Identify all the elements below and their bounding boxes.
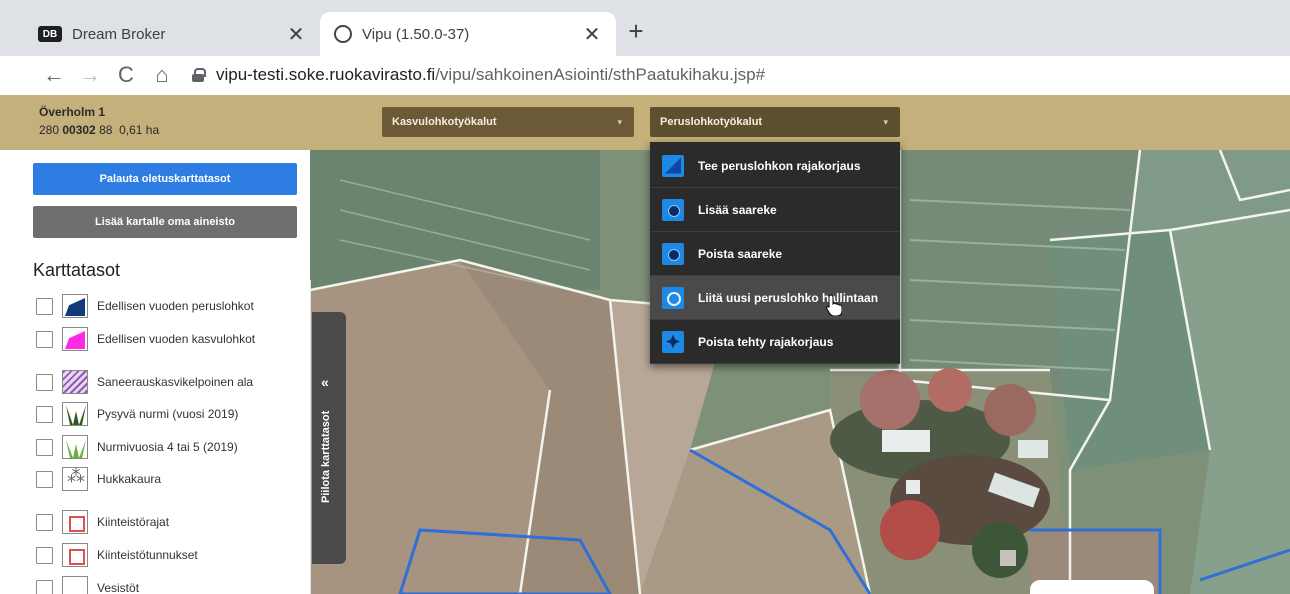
url-input[interactable]: vipu-testi.soke.ruokavirasto.fi /vipu/sa… (192, 59, 1290, 91)
hand-pointer-cursor-icon (826, 294, 842, 316)
layer-item: Saneerauskasvikelpoinen ala (36, 369, 253, 395)
home-icon[interactable]: ⌂ (144, 59, 180, 91)
layer-checkbox[interactable] (36, 297, 53, 315)
url-domain: vipu-testi.soke.ruokavirasto.fi (216, 65, 436, 84)
remove-island-icon (662, 242, 684, 265)
dark-grass-swatch-icon (62, 402, 88, 426)
reload-icon[interactable]: C (108, 59, 144, 91)
dropdown-label: Kasvulohkotyökalut (392, 116, 497, 128)
layer-label: Kiinteistörajat (97, 515, 170, 529)
parcel-id-suffix: 88 (95, 123, 113, 137)
peruslohko-tools-menu: Tee peruslohkon rajakorjaus Lisää saarek… (650, 142, 900, 364)
menu-item-label: Poista saareke (698, 246, 783, 261)
parcel-id-bold: 00302 (62, 123, 96, 137)
layer-checkbox[interactable] (36, 330, 53, 348)
browser-tab-bar: DB Dream Broker ✕ Vipu (1.50.0-37) ✕ + (0, 0, 1290, 56)
close-tab-icon[interactable]: ✕ (582, 22, 602, 47)
layer-item: Edellisen vuoden peruslohkot (36, 293, 254, 319)
layer-item: Kiinteistötunnukset (36, 542, 198, 568)
layer-item: Edellisen vuoden kasvulohkot (36, 326, 255, 352)
layer-item: Nurmivuosia 4 tai 5 (2019) (36, 434, 238, 460)
collapse-chevron-icon: « (321, 374, 329, 390)
menu-item-label: Lisää saareke (698, 202, 777, 217)
parcel-id-prefix: 280 (39, 123, 63, 137)
sidebar: Palauta oletuskarttatasot Lisää kartalle… (0, 150, 310, 594)
property-grid-swatch-icon (62, 510, 88, 534)
kasvulohko-tools-dropdown[interactable]: Kasvulohkotyökalut ▾ (382, 107, 634, 137)
property-grid-swatch-icon (62, 543, 88, 567)
layer-item: Hukkakaura (36, 466, 161, 492)
layer-item: Vesistöt (36, 575, 139, 594)
layer-label: Nurmivuosia 4 tai 5 (2019) (97, 440, 238, 454)
layer-label: Kiinteistötunnukset (97, 548, 198, 562)
water-swatch-icon (62, 576, 88, 594)
parcel-name: Överholm 1 (39, 105, 106, 119)
layer-checkbox[interactable] (36, 546, 53, 564)
menu-item-label: Poista tehty rajakorjaus (698, 334, 834, 349)
layer-label: Edellisen vuoden kasvulohkot (97, 332, 256, 346)
menu-item-undo-correction[interactable]: Poista tehty rajakorjaus (650, 320, 900, 364)
layer-checkbox[interactable] (36, 513, 53, 531)
close-tab-icon[interactable]: ✕ (286, 22, 306, 47)
layer-checkbox[interactable] (36, 579, 53, 594)
purple-hatch-swatch-icon (62, 370, 88, 394)
new-tab-button[interactable]: + (622, 16, 650, 48)
undo-correction-icon (662, 330, 684, 353)
menu-item-add-island[interactable]: Lisää saareke (650, 188, 900, 232)
globe-icon (334, 25, 352, 43)
layer-checkbox[interactable] (36, 373, 53, 391)
menu-item-label: Liitä uusi peruslohko hallintaan (698, 290, 879, 305)
menu-item-remove-island[interactable]: Poista saareke (650, 232, 900, 276)
layer-item: Pysyvä nurmi (vuosi 2019) (36, 401, 238, 427)
hide-layers-label: Piilota karttatasot (320, 410, 332, 504)
url-path: /vipu/sahkoinenAsiointi/sthPaatukihaku.j… (435, 65, 766, 84)
back-arrow-icon[interactable]: ← (36, 59, 72, 91)
peruslohko-tools-dropdown[interactable]: Peruslohkotyökalut ▾ (650, 107, 900, 137)
parcel-area: 0,61 ha (119, 123, 160, 137)
menu-item-boundary-correction[interactable]: Tee peruslohkon rajakorjaus (650, 144, 900, 188)
light-grass-swatch-icon (62, 435, 88, 459)
menu-item-label: Tee peruslohkon rajakorjaus (698, 158, 861, 173)
layer-label: Saneerauskasvikelpoinen ala (97, 375, 254, 389)
blue-parcel-swatch-icon (62, 294, 88, 318)
layer-label: Pysyvä nurmi (vuosi 2019) (97, 407, 239, 421)
forward-arrow-icon[interactable]: → (72, 59, 108, 91)
layer-checkbox[interactable] (36, 470, 53, 488)
parcel-info: 280 00302 88 0,61 ha (39, 123, 159, 137)
wild-oat-swatch-icon (62, 467, 88, 491)
chevron-down-icon: ▾ (617, 117, 622, 127)
chevron-down-icon: ▾ (883, 117, 888, 127)
dropdown-label: Peruslohkotyökalut (660, 116, 763, 128)
lock-icon (192, 68, 206, 82)
tab-title: Vipu (1.50.0-37) (362, 25, 470, 43)
layer-label: Hukkakaura (97, 472, 162, 486)
app-header: Överholm 1 280 00302 88 0,61 ha Kasvuloh… (0, 95, 1290, 150)
hide-layers-tab[interactable]: « Piilota karttatasot (312, 312, 346, 564)
tab-title: Dream Broker (72, 25, 166, 43)
address-bar: ← → C ⌂ vipu-testi.soke.ruokavirasto.fi … (0, 56, 1290, 94)
layer-checkbox[interactable] (36, 438, 53, 456)
menu-item-join-parcel[interactable]: Liitä uusi peruslohko hallintaan (650, 276, 900, 320)
reset-default-layers-button[interactable]: Palauta oletuskarttatasot (33, 163, 297, 195)
add-island-icon (662, 198, 684, 221)
boundary-edit-icon (662, 154, 684, 177)
layer-label: Edellisen vuoden peruslohkot (97, 299, 254, 313)
tab-dream-broker[interactable]: DB Dream Broker ✕ (24, 12, 320, 56)
layers-heading: Karttatasot (33, 260, 121, 280)
layer-checkbox[interactable] (36, 405, 53, 423)
add-own-data-button[interactable]: Lisää kartalle oma aineisto (33, 206, 297, 238)
dream-broker-favicon-icon: DB (38, 26, 62, 42)
join-parcel-icon (662, 286, 684, 309)
layer-item: Kiinteistörajat (36, 509, 169, 535)
map-scale-box (1030, 580, 1154, 594)
tab-vipu[interactable]: Vipu (1.50.0-37) ✕ (320, 12, 616, 56)
layer-label: Vesistöt (97, 581, 140, 594)
magenta-parcel-swatch-icon (62, 327, 88, 351)
